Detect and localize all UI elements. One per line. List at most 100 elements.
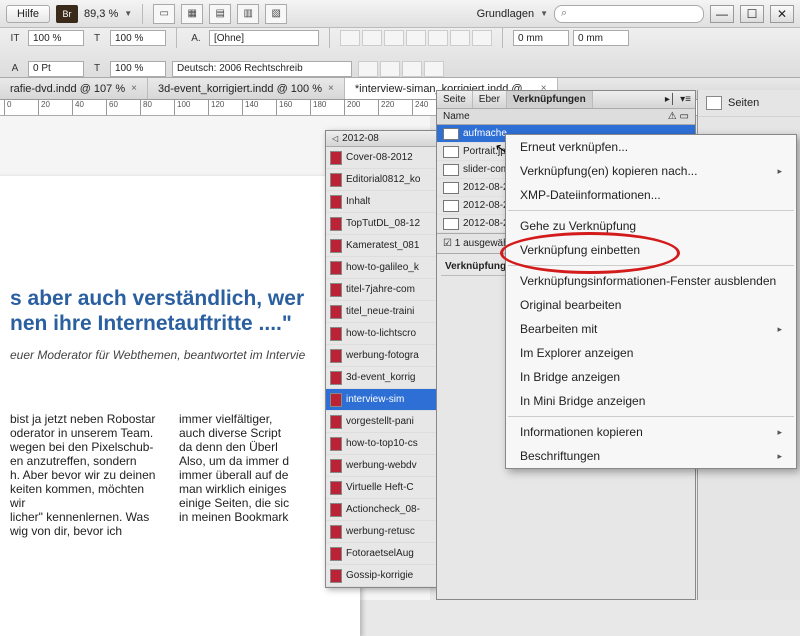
align-buttons[interactable] xyxy=(340,30,492,46)
ctx-item[interactable]: In Bridge anzeigen xyxy=(506,365,796,389)
ctx-item[interactable]: Erneut verknüpfen... xyxy=(506,135,796,159)
ctx-item[interactable]: Original bearbeiten xyxy=(506,293,796,317)
ctx-item[interactable]: Verknüpfung(en) kopieren nach... xyxy=(506,159,796,183)
panel-title[interactable]: 2012-08 xyxy=(326,131,436,147)
page-item[interactable]: werbung-fotogra xyxy=(326,345,436,367)
scale-x-input[interactable]: 100 % xyxy=(28,30,84,46)
top-toolbar: Hilfe Br 89,3 % ▼ ▭ ▦ ▤ ▥ ▧ Grundlagen ▼… xyxy=(0,0,800,28)
thumb-icon xyxy=(443,218,459,230)
list-buttons[interactable] xyxy=(358,61,444,77)
char-style-select[interactable]: [Ohne] xyxy=(209,30,319,46)
body-col-2: immer vielfältiger,auch diverse Scriptda… xyxy=(179,412,330,538)
pages-icon xyxy=(706,96,722,110)
minimize-button[interactable]: — xyxy=(710,5,734,23)
zoom-value[interactable]: 89,3 % xyxy=(84,8,118,20)
ctx-item[interactable]: Verknüpfungsinformationen-Fenster ausble… xyxy=(506,269,796,293)
page-item[interactable]: werbung-webdv xyxy=(326,455,436,477)
indent-right-input[interactable]: 0 mm xyxy=(573,30,629,46)
page-col-icon: ▭ xyxy=(680,111,689,122)
skew-input[interactable]: 100 % xyxy=(110,61,166,77)
view-icon-3[interactable]: ▤ xyxy=(209,4,231,24)
page-item[interactable]: Actioncheck_08- xyxy=(326,499,436,521)
maximize-button[interactable]: ☐ xyxy=(740,5,764,23)
a-icon: A. xyxy=(187,30,205,46)
tab-seite[interactable]: Seite xyxy=(437,91,473,108)
chevron-down-icon[interactable]: ▼ xyxy=(124,9,132,18)
panel-menu-icon[interactable]: ▸│ xyxy=(665,94,676,105)
page-item[interactable]: Virtuelle Heft-C xyxy=(326,477,436,499)
ctx-item[interactable]: Gehe zu Verknüpfung xyxy=(506,214,796,238)
page-item[interactable]: werbung-retusc xyxy=(326,521,436,543)
close-button[interactable]: ✕ xyxy=(770,5,794,23)
panel-options-icon[interactable]: ▾≡ xyxy=(680,94,691,105)
control-panel: IT 100 % T 100 % A. [Ohne] 0 mm 0 mm A 0… xyxy=(0,28,800,78)
doc-tab-0[interactable]: rafie-dvd.indd @ 107 %× xyxy=(0,78,148,99)
chevron-down-icon[interactable]: ▼ xyxy=(540,9,548,18)
page-item[interactable]: how-to-top10-cs xyxy=(326,433,436,455)
workspace-switcher[interactable]: Grundlagen xyxy=(477,8,535,20)
page-item[interactable]: how-to-lichtscro xyxy=(326,323,436,345)
bridge-icon[interactable]: Br xyxy=(56,5,78,23)
view-icon-2[interactable]: ▦ xyxy=(181,4,203,24)
ctx-item[interactable]: XMP-Dateiinformationen... xyxy=(506,183,796,207)
page-item[interactable]: Inhalt xyxy=(326,191,436,213)
ctx-item[interactable]: Informationen kopieren xyxy=(506,420,796,444)
body-col-1: bist ja jetzt neben Robostaroderator in … xyxy=(10,412,161,538)
pdf-icon xyxy=(330,503,342,517)
ctx-item[interactable]: Bearbeiten mit xyxy=(506,317,796,341)
pdf-icon xyxy=(330,459,342,473)
ctx-item[interactable]: Verknüpfung einbetten xyxy=(506,238,796,262)
doc-tab-1[interactable]: 3d-event_korrigiert.indd @ 100 %× xyxy=(148,78,345,99)
pdf-icon xyxy=(330,195,342,209)
pdf-icon xyxy=(330,481,342,495)
language-select[interactable]: Deutsch: 2006 Rechtschreib xyxy=(172,61,352,77)
selection-count: 1 ausgewähl xyxy=(455,238,511,249)
thumb-icon xyxy=(443,164,459,176)
dock-pages[interactable]: Seiten xyxy=(698,90,800,117)
close-icon[interactable]: × xyxy=(328,83,334,94)
page-item[interactable]: Cover-08-2012 xyxy=(326,147,436,169)
pdf-icon xyxy=(330,217,342,231)
pages-structure-panel[interactable]: 2012-08 Cover-08-2012Editorial0812_koInh… xyxy=(325,130,437,588)
baseline-icon: A xyxy=(6,61,24,77)
pdf-icon xyxy=(330,569,342,583)
scale-y-input[interactable]: 100 % xyxy=(110,30,166,46)
ctx-item[interactable]: Im Explorer anzeigen xyxy=(506,341,796,365)
page-item[interactable]: how-to-galileo_k xyxy=(326,257,436,279)
page-item[interactable]: Editorial0812_ko xyxy=(326,169,436,191)
pdf-icon xyxy=(330,173,342,187)
page-item[interactable]: titel-7jahre-com xyxy=(326,279,436,301)
baseline-input[interactable]: 0 Pt xyxy=(28,61,84,77)
page-item[interactable]: titel_neue-traini xyxy=(326,301,436,323)
pdf-icon xyxy=(330,349,342,363)
tab-eben[interactable]: Eber xyxy=(473,91,507,108)
view-icon-1[interactable]: ▭ xyxy=(153,4,175,24)
thumb-icon xyxy=(443,182,459,194)
page-item[interactable]: Gossip-korrigie xyxy=(326,565,436,587)
help-button[interactable]: Hilfe xyxy=(6,5,50,23)
links-context-menu: Erneut verknüpfen...Verknüpfung(en) kopi… xyxy=(505,134,797,469)
search-icon: ⌕ xyxy=(561,7,567,20)
pdf-icon xyxy=(330,547,342,561)
indent-left-input[interactable]: 0 mm xyxy=(513,30,569,46)
pdf-icon xyxy=(330,327,342,341)
view-icon-5[interactable]: ▧ xyxy=(265,4,287,24)
view-icon-4[interactable]: ▥ xyxy=(237,4,259,24)
pdf-icon xyxy=(330,305,342,319)
page-item[interactable]: interview-sim xyxy=(326,389,436,411)
page-canvas[interactable]: s aber auch verständlich, wer nen ihre I… xyxy=(0,176,360,636)
tab-links[interactable]: Verknüpfungen xyxy=(507,91,593,108)
it-icon: IT xyxy=(6,30,24,46)
page-item[interactable]: FotoraetselAug xyxy=(326,543,436,565)
ctx-item[interactable]: Beschriftungen xyxy=(506,444,796,468)
page-item[interactable]: 3d-event_korrig xyxy=(326,367,436,389)
checkbox-icon[interactable]: ☑ xyxy=(443,238,452,249)
ctx-item[interactable]: In Mini Bridge anzeigen xyxy=(506,389,796,413)
t-icon: T xyxy=(88,30,106,46)
page-item[interactable]: TopTutDL_08-12 xyxy=(326,213,436,235)
page-item[interactable]: Kameratest_081 xyxy=(326,235,436,257)
page-item[interactable]: vorgestellt-pani xyxy=(326,411,436,433)
col-name[interactable]: Name xyxy=(443,111,470,122)
close-icon[interactable]: × xyxy=(131,83,137,94)
search-input[interactable]: ⌕ xyxy=(554,5,704,23)
